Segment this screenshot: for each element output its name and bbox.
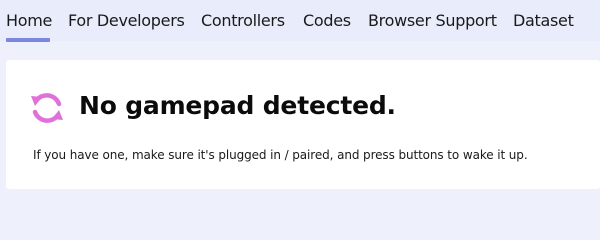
sync-icon [31, 93, 63, 123]
nav-browser-support[interactable]: Browser Support [368, 10, 497, 32]
status-message: If you have one, make sure it's plugged … [33, 148, 528, 162]
page: Home For Developers Controllers Codes Br… [0, 0, 600, 209]
status-title: No gamepad detected. [79, 91, 396, 120]
nav-dataset[interactable]: Dataset [513, 10, 574, 32]
nav-controllers[interactable]: Controllers [201, 10, 285, 32]
nav-for-developers[interactable]: For Developers [68, 10, 185, 32]
top-nav: Home For Developers Controllers Codes Br… [0, 0, 600, 42]
nav-home[interactable]: Home [6, 10, 52, 32]
nav-codes[interactable]: Codes [303, 10, 351, 32]
active-tab-indicator [6, 38, 50, 42]
gamepad-status-card [6, 60, 600, 189]
